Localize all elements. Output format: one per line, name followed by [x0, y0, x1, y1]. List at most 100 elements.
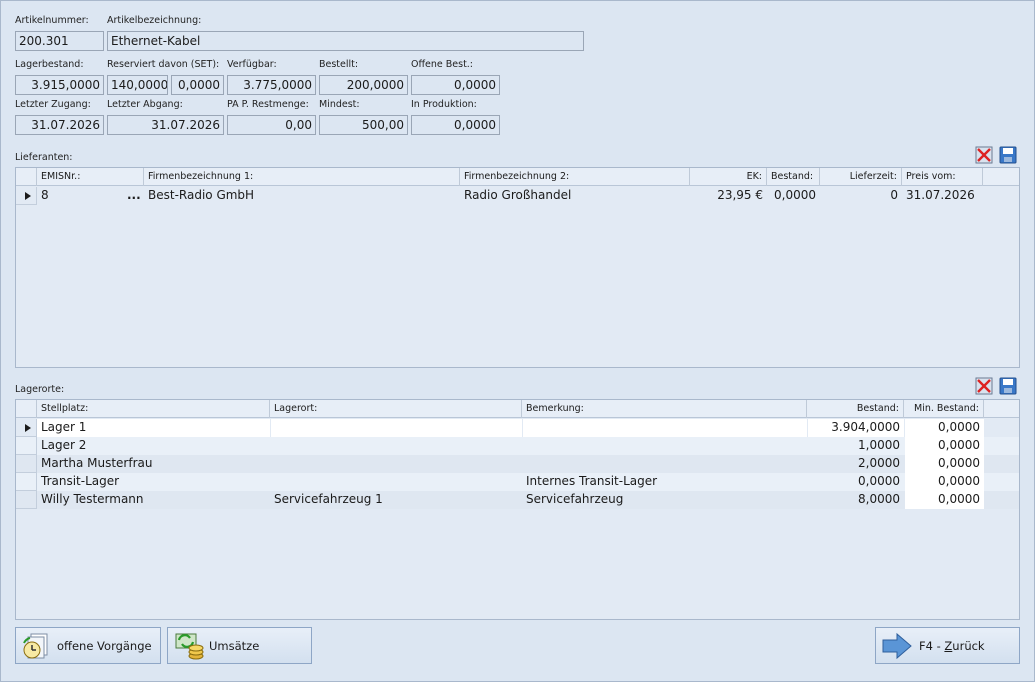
zurueck-label-prefix: F4 -: [919, 638, 945, 653]
suppliers-header: EMISNr.: Firmenbezeichnung 1: Firmenbeze…: [16, 168, 1019, 186]
offene-vorgaenge-label: offene Vorgänge: [57, 638, 152, 653]
locations-header: Stellplatz: Lagerort: Bemerkung: Bestand…: [16, 400, 1019, 418]
reserviert-field[interactable]: 140,0000: [107, 75, 168, 95]
header-lagerort[interactable]: Lagerort:: [270, 400, 522, 418]
abgang-field[interactable]: 31.07.2026: [107, 115, 224, 135]
reserviert-set-field[interactable]: 0,0000: [171, 75, 224, 95]
cell-min[interactable]: 0,0000: [905, 437, 984, 455]
header-bestand[interactable]: Bestand:: [767, 168, 820, 186]
cell-firma1: Best-Radio GmbH: [148, 188, 255, 202]
bestellt-field[interactable]: 200,0000: [319, 75, 408, 95]
current-row-arrow-icon: [25, 424, 31, 432]
mindest-label: Mindest:: [319, 99, 360, 110]
pap-field[interactable]: 0,00: [227, 115, 316, 135]
cell-lagerort: [270, 455, 522, 473]
pap-label: PA P. Restmenge:: [227, 99, 309, 110]
cell-stellplatz: Martha Musterfrau: [41, 456, 153, 470]
header-stellplatz[interactable]: Stellplatz:: [37, 400, 270, 418]
header-lieferzeit[interactable]: Lieferzeit:: [820, 168, 902, 186]
article-nr-label: Artikelnummer:: [15, 15, 89, 26]
abgang-label: Letzter Abgang:: [107, 99, 183, 110]
delete-supplier-icon[interactable]: [975, 146, 993, 164]
mindest-field[interactable]: 500,00: [319, 115, 408, 135]
article-name-label: Artikelbezeichnung:: [107, 15, 202, 26]
cell-lagerort: Servicefahrzeug 1: [274, 492, 383, 506]
cell-min[interactable]: 0,0000: [905, 455, 984, 473]
locations-header-selector: [16, 400, 37, 418]
cell-bemerkung: Internes Transit-Lager: [526, 474, 658, 488]
produktion-field[interactable]: 0,0000: [411, 115, 500, 135]
row-selector[interactable]: [16, 437, 37, 455]
cell-bemerkung: [522, 455, 807, 473]
cell-bestand: 2,0000: [858, 456, 900, 470]
row-selector[interactable]: [16, 491, 37, 509]
cell-stellplatz[interactable]: Lager 1: [37, 419, 270, 437]
header-firma2[interactable]: Firmenbezeichnung 2:: [460, 168, 690, 186]
cell-bestand: 0,0000: [858, 474, 900, 488]
lagerbestand-label: Lagerbestand:: [15, 59, 84, 70]
cell-lagerort[interactable]: [271, 419, 522, 437]
table-row[interactable]: Willy Testermann Servicefahrzeug 1 Servi…: [16, 491, 1019, 509]
header-bemerkung[interactable]: Bemerkung:: [522, 400, 807, 418]
cell-emis: 8: [41, 188, 49, 202]
zugang-label: Letzter Zugang:: [15, 99, 91, 110]
cell-bemerkung[interactable]: [523, 419, 807, 437]
save-supplier-icon[interactable]: [999, 146, 1017, 164]
ellipsis-button[interactable]: ...: [123, 187, 144, 205]
zurueck-button[interactable]: F4 - Zurück: [875, 627, 1020, 664]
suppliers-title: Lieferanten:: [15, 152, 73, 163]
bestellt-label: Bestellt:: [319, 59, 359, 70]
header-emis[interactable]: EMISNr.:: [37, 168, 144, 186]
header-ek[interactable]: EK:: [690, 168, 767, 186]
cell-bestand[interactable]: 3.904,0000: [808, 419, 904, 437]
table-row[interactable]: Martha Musterfrau 2,0000 0,0000: [16, 455, 1019, 473]
lagerbestand-field[interactable]: 3.915,0000: [15, 75, 104, 95]
cell-bestand: 8,0000: [858, 492, 900, 506]
cell-min[interactable]: 0,0000: [905, 473, 984, 491]
header-preis[interactable]: Preis vom:: [902, 168, 983, 186]
zurueck-label-suffix: urück: [952, 638, 985, 653]
current-row-arrow-icon: [25, 192, 31, 200]
cell-bemerkung: Servicefahrzeug: [526, 492, 624, 506]
cell-preis: 31.07.2026: [906, 188, 975, 202]
clock-documents-icon: [21, 631, 51, 661]
row-selector[interactable]: [16, 187, 37, 205]
locations-title: Lagerorte:: [15, 384, 65, 395]
cell-lagerort: [270, 437, 522, 455]
arrow-right-icon: [881, 632, 913, 660]
umsaetze-button[interactable]: Umsätze: [167, 627, 312, 664]
article-name-field[interactable]: Ethernet-Kabel: [107, 31, 584, 51]
cell-bestand: 0,0000: [774, 188, 816, 202]
table-row[interactable]: 8 ... Best-Radio GmbH Radio Großhandel 2…: [16, 187, 1019, 205]
cell-stellplatz: Transit-Lager: [41, 474, 120, 488]
offene-field[interactable]: 0,0000: [411, 75, 500, 95]
cell-min[interactable]: 0,0000: [905, 419, 984, 437]
header-loc-bestand[interactable]: Bestand:: [807, 400, 904, 418]
verfuegbar-label: Verfügbar:: [227, 59, 277, 70]
locations-grid: Stellplatz: Lagerort: Bemerkung: Bestand…: [15, 399, 1020, 620]
row-selector[interactable]: [16, 473, 37, 491]
save-location-icon[interactable]: [999, 377, 1017, 395]
suppliers-header-selector: [16, 168, 37, 186]
header-firma1[interactable]: Firmenbezeichnung 1:: [144, 168, 460, 186]
cell-min[interactable]: 0,0000: [905, 491, 984, 509]
row-selector[interactable]: [16, 419, 37, 437]
reserviert-label: Reserviert davon (SET):: [107, 59, 220, 70]
cell-lagerort: [270, 473, 522, 491]
cell-lieferzeit: 0: [890, 188, 898, 202]
row-selector[interactable]: [16, 455, 37, 473]
cell-firma2: Radio Großhandel: [464, 188, 572, 202]
zugang-field[interactable]: 31.07.2026: [15, 115, 104, 135]
cell-stellplatz: Willy Testermann: [41, 492, 144, 506]
suppliers-grid: EMISNr.: Firmenbezeichnung 1: Firmenbeze…: [15, 167, 1020, 368]
cell-ek: 23,95 €: [717, 188, 763, 202]
table-row[interactable]: Lager 2 1,0000 0,0000: [16, 437, 1019, 455]
verfuegbar-field[interactable]: 3.775,0000: [227, 75, 316, 95]
delete-location-icon[interactable]: [975, 377, 993, 395]
cell-bestand: 1,0000: [858, 438, 900, 452]
offene-vorgaenge-button[interactable]: offene Vorgänge: [15, 627, 161, 664]
header-min-bestand[interactable]: Min. Bestand:: [904, 400, 984, 418]
table-row[interactable]: Lager 1 3.904,0000 0,0000: [16, 419, 1019, 437]
table-row[interactable]: Transit-Lager Internes Transit-Lager 0,0…: [16, 473, 1019, 491]
article-nr-field[interactable]: 200.301: [15, 31, 104, 51]
